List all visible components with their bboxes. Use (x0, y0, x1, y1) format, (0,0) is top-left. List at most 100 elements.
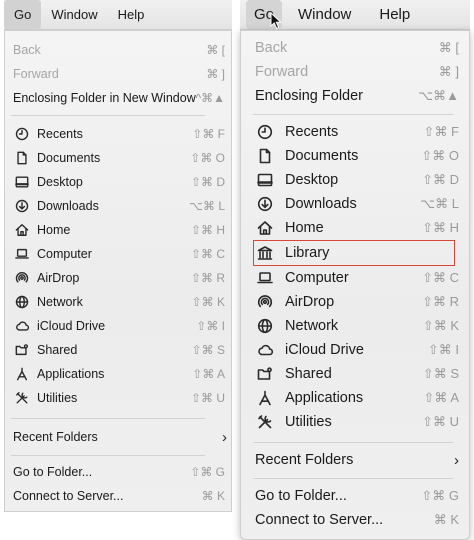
menu-item-label: Home (37, 223, 71, 237)
menu-item-label: Computer (37, 247, 92, 261)
chevron-right-icon: › (454, 451, 459, 469)
menu-item-label: Go to Folder... (255, 488, 347, 504)
shortcut: ⇧⌘ C (422, 270, 459, 285)
document-icon (13, 150, 31, 166)
menu-item-icloud-drive[interactable]: iCloud Drive ⇧⌘ I (241, 338, 469, 362)
menu-item-utilities[interactable]: Utilities ⇧⌘ U (241, 410, 469, 434)
menu-item-recent-folders[interactable]: Recent Folders › (5, 425, 231, 449)
menu-item-documents[interactable]: Documents ⇧⌘ O (241, 144, 469, 168)
menu-item-label: AirDrop (285, 294, 335, 310)
menu-item-home[interactable]: Home ⇧⌘ H (241, 216, 469, 240)
shared-folder-icon (255, 365, 275, 383)
menu-item-forward[interactable]: Forward ⌘ ] (5, 62, 231, 86)
clock-icon (255, 123, 275, 141)
menu-item-label: Enclosing Folder in New Window (13, 91, 196, 105)
menu-item-network[interactable]: Network ⇧⌘ K (5, 290, 231, 314)
menu-item-label: Documents (37, 151, 101, 165)
separator (11, 418, 205, 419)
menu-item-label: Back (255, 40, 288, 56)
menu-item-label: Connect to Server... (13, 489, 124, 503)
airdrop-icon (255, 293, 275, 311)
menu-item-label: Utilities (37, 391, 78, 405)
menu-item-computer[interactable]: Computer ⇧⌘ C (5, 242, 231, 266)
home-icon (255, 219, 275, 237)
go-menu-left: Back ⌘ [ Forward ⌘ ] Enclosing Folder in… (4, 30, 232, 512)
menu-item-label: Recents (37, 127, 83, 141)
menu-item-label: Recent Folders (13, 430, 98, 444)
menu-item-shared[interactable]: Shared ⇧⌘ S (241, 362, 469, 386)
menu-item-applications[interactable]: Applications ⇧⌘ A (241, 386, 469, 410)
applications-icon (255, 389, 275, 407)
menu-item-library[interactable]: Library (241, 241, 469, 265)
go-menu-right: Back ⌘ [ Forward ⌘ ] Enclosing Folder ⌥⌘… (240, 30, 470, 540)
airdrop-icon (13, 270, 31, 286)
library-icon (255, 244, 275, 262)
separator (11, 115, 205, 116)
menu-item-back[interactable]: Back ⌘ [ (5, 38, 231, 62)
shortcut: ⇧⌘ U (190, 391, 225, 405)
shortcut: ^⌘▲ (195, 91, 225, 105)
shortcut: ⇧⌘ D (422, 172, 459, 187)
desktop-icon (255, 171, 275, 189)
shortcut: ⇧⌘ K (191, 295, 225, 309)
menu-help[interactable]: Help (108, 0, 155, 29)
tools-icon (255, 413, 275, 431)
shortcut: ⇧⌘ H (190, 223, 225, 237)
clock-icon (13, 126, 31, 142)
menu-item-label: Network (37, 295, 83, 309)
menu-item-back[interactable]: Back ⌘ [ (241, 36, 469, 60)
menu-item-label: Go to Folder... (13, 465, 93, 479)
menu-help[interactable]: Help (369, 0, 420, 29)
menu-item-recents[interactable]: Recents ⇧⌘ F (5, 122, 231, 146)
shortcut: ⌘ K (201, 489, 225, 503)
separator (253, 442, 453, 443)
shortcut: ⇧⌘ K (422, 318, 459, 333)
menu-item-downloads[interactable]: Downloads ⌥⌘ L (241, 192, 469, 216)
shortcut: ⇧⌘ U (422, 414, 459, 429)
shortcut: ⇧⌘ A (423, 390, 459, 405)
menu-item-desktop[interactable]: Desktop ⇧⌘ D (241, 168, 469, 192)
menu-item-computer[interactable]: Computer ⇧⌘ C (241, 266, 469, 290)
menu-item-utilities[interactable]: Utilities ⇧⌘ U (5, 386, 231, 410)
menu-item-connect-to-server[interactable]: Connect to Server... ⌘ K (5, 484, 231, 508)
menu-item-label: Home (285, 220, 324, 236)
shortcut: ⌥⌘ L (420, 196, 459, 211)
menu-go[interactable]: Go (4, 0, 42, 29)
menu-item-enclosing-folder[interactable]: Enclosing Folder in New Window ^⌘▲ (5, 86, 231, 110)
menu-item-recent-folders[interactable]: Recent Folders › (241, 448, 469, 472)
menu-item-icloud-drive[interactable]: iCloud Drive ⇧⌘ I (5, 314, 231, 338)
menu-window[interactable]: Window (41, 0, 107, 29)
menu-item-label: Forward (13, 67, 59, 81)
menu-item-airdrop[interactable]: AirDrop ⇧⌘ R (5, 266, 231, 290)
shortcut: ⇧⌘ R (422, 294, 459, 309)
shortcut: ⇧⌘ F (192, 127, 225, 141)
menu-item-label: Shared (37, 343, 78, 357)
menu-item-shared[interactable]: Shared ⇧⌘ S (5, 338, 231, 362)
menu-item-label: iCloud Drive (37, 319, 106, 333)
menu-item-documents[interactable]: Documents ⇧⌘ O (5, 146, 231, 170)
menu-item-network[interactable]: Network ⇧⌘ K (241, 314, 469, 338)
shortcut: ⌘ ] (438, 64, 459, 79)
menu-window[interactable]: Window (288, 0, 361, 29)
menu-item-enclosing-folder[interactable]: Enclosing Folder ⌥⌘▲ (241, 84, 469, 108)
menu-item-desktop[interactable]: Desktop ⇧⌘ D (5, 170, 231, 194)
menu-item-go-to-folder[interactable]: Go to Folder... ⇧⌘ G (5, 460, 231, 484)
menu-item-forward[interactable]: Forward ⌘ ] (241, 60, 469, 84)
menu-item-applications[interactable]: Applications ⇧⌘ A (5, 362, 231, 386)
menu-item-connect-to-server[interactable]: Connect to Server... ⌘ K (241, 508, 469, 532)
globe-icon (255, 317, 275, 335)
menu-item-airdrop[interactable]: AirDrop ⇧⌘ R (241, 290, 469, 314)
download-icon (13, 198, 31, 214)
menu-item-home[interactable]: Home ⇧⌘ H (5, 218, 231, 242)
menu-item-label: Applications (285, 390, 364, 406)
shortcut: ⇧⌘ H (422, 220, 459, 235)
menu-item-recents[interactable]: Recents ⇧⌘ F (241, 120, 469, 144)
menu-item-label: Back (13, 43, 41, 57)
menu-item-label: Enclosing Folder (255, 88, 363, 104)
shortcut: ⇧⌘ D (190, 175, 225, 189)
shortcut: ⇧⌘ I (427, 342, 459, 357)
download-icon (255, 195, 275, 213)
menu-item-label: Downloads (37, 199, 99, 213)
menu-item-downloads[interactable]: Downloads ⌥⌘ L (5, 194, 231, 218)
menu-item-go-to-folder[interactable]: Go to Folder... ⇧⌘ G (241, 484, 469, 508)
